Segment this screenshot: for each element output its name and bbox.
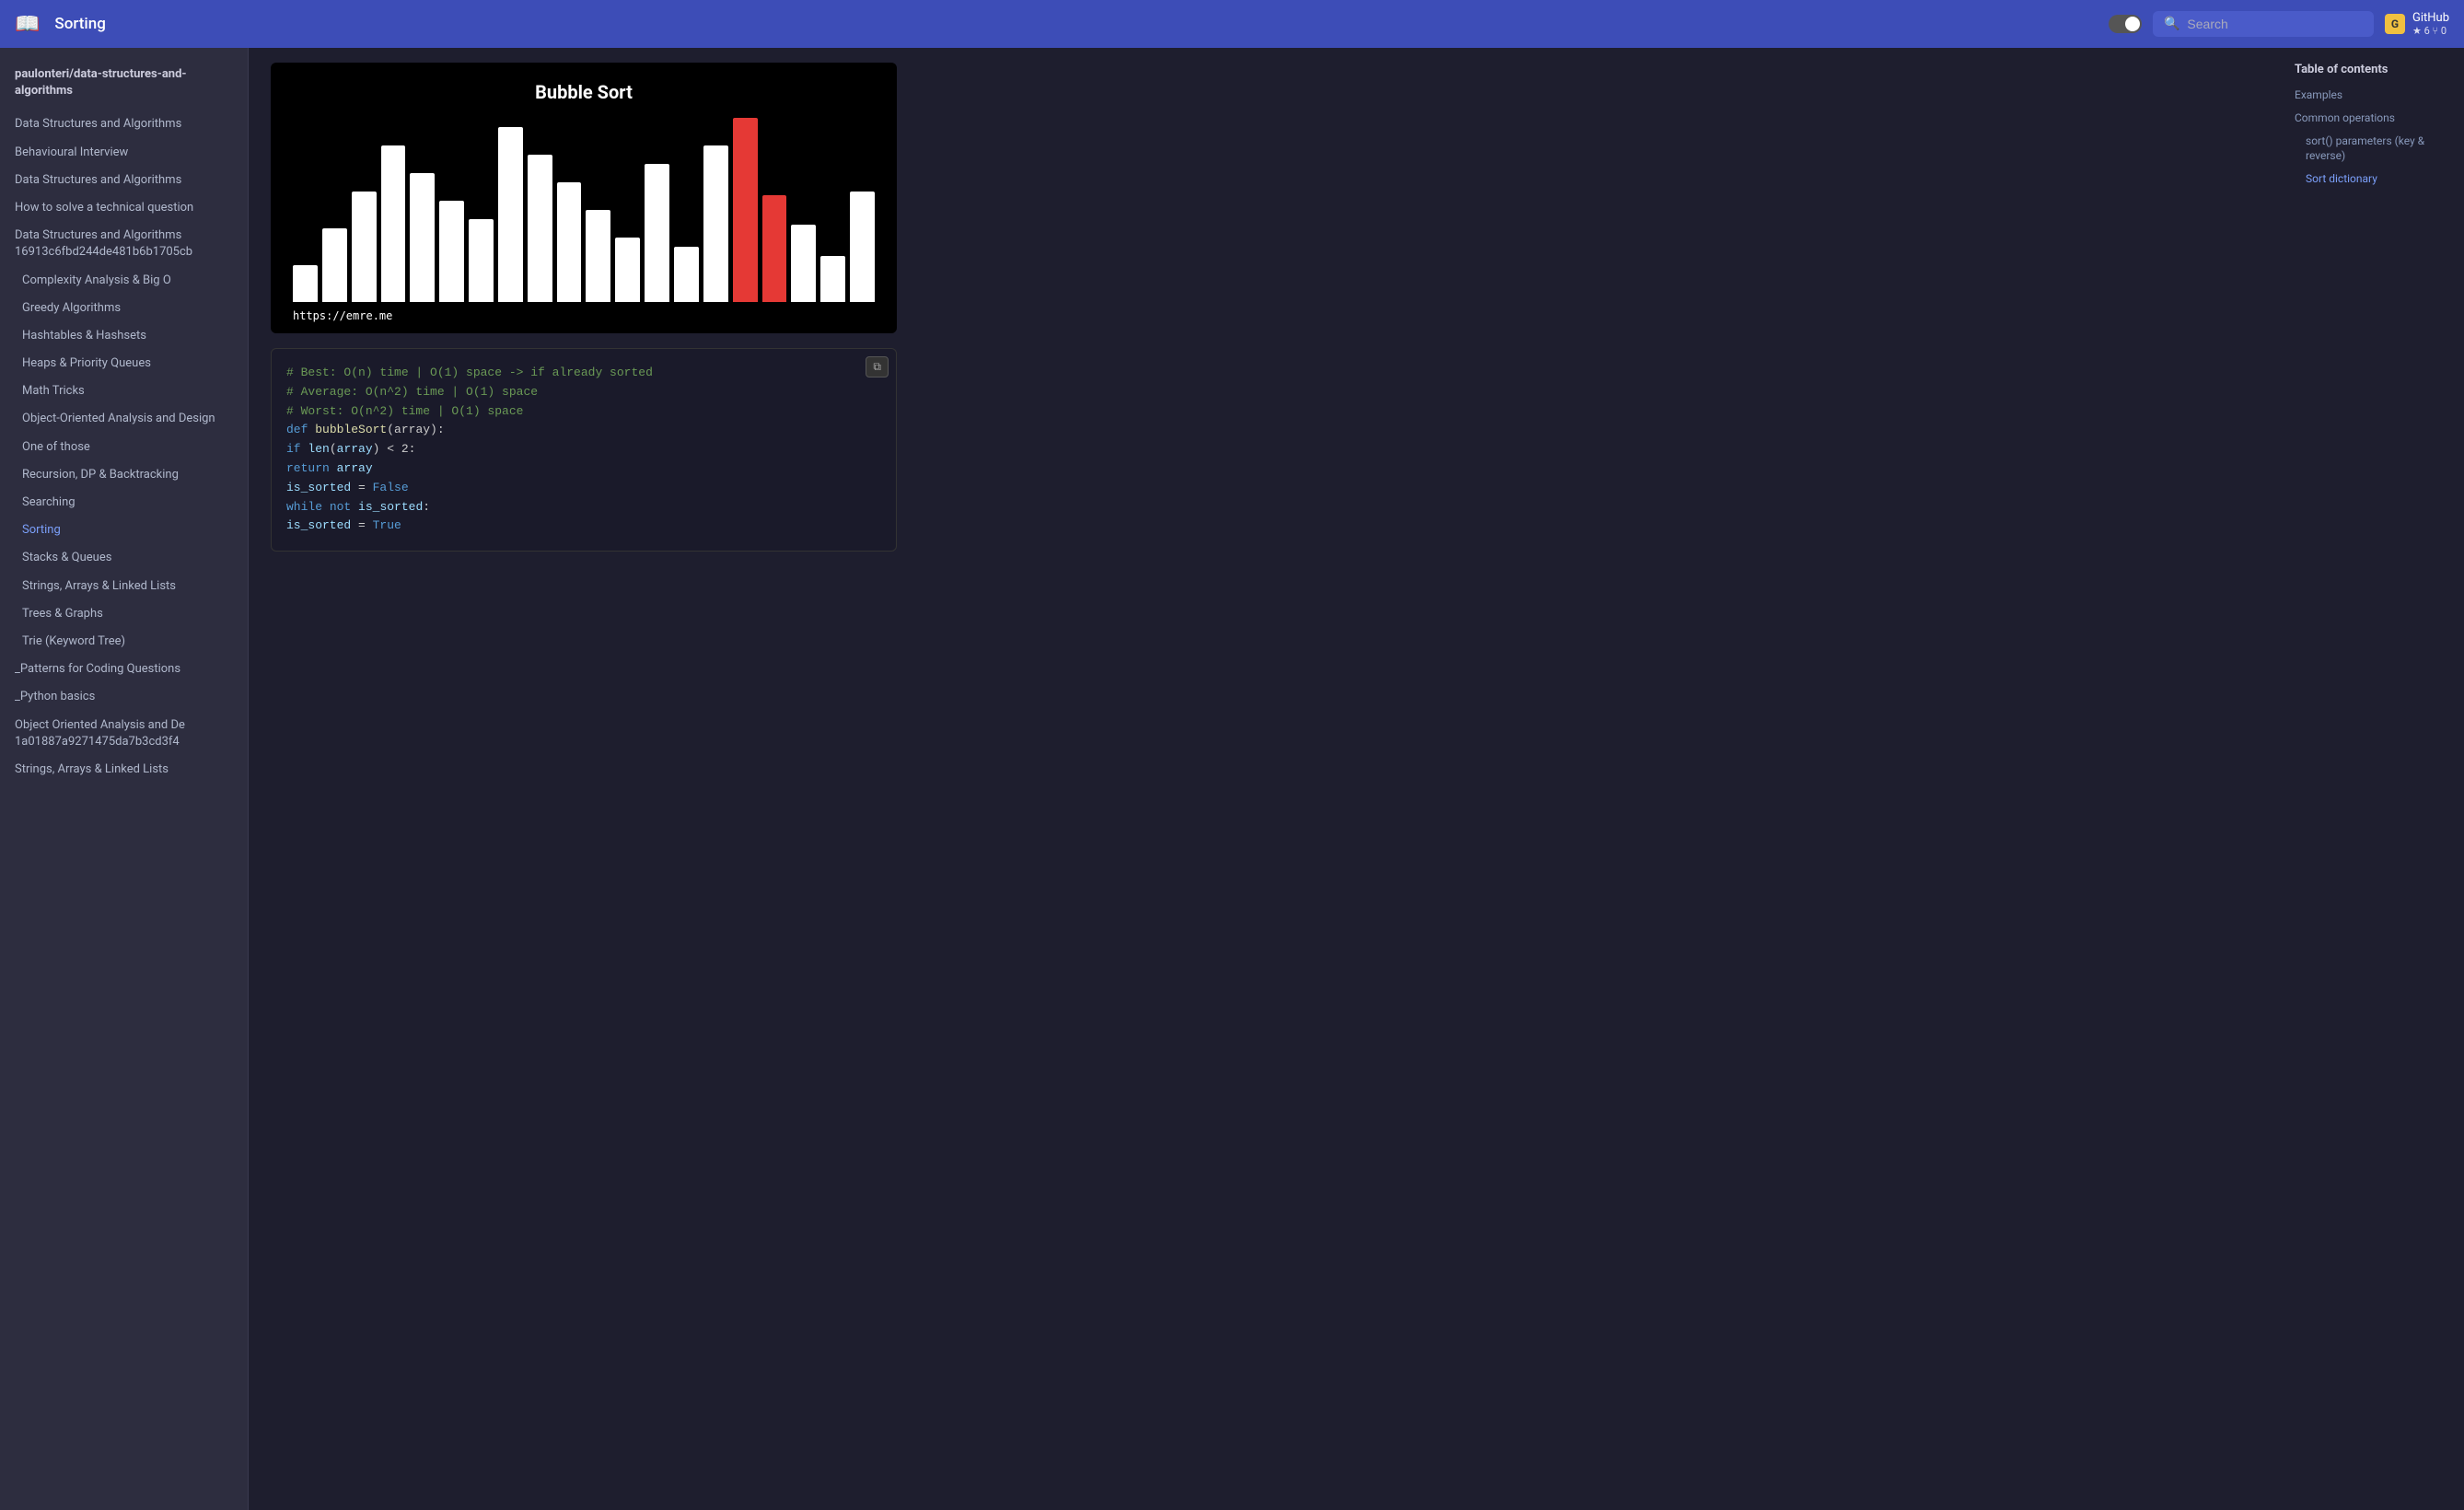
sidebar-item[interactable]: Strings, Arrays & Linked Lists: [0, 756, 248, 784]
sidebar-item[interactable]: Recursion, DP & Backtracking: [0, 461, 248, 489]
chart-bar: [820, 256, 845, 302]
sidebar-item[interactable]: Object Oriented Analysis and De 1a01887a…: [0, 712, 248, 756]
code-line: if len(array) < 2:: [286, 440, 881, 459]
sidebar-item[interactable]: Data Structures and Algorithms 16913c6fb…: [0, 222, 248, 266]
dark-mode-toggle[interactable]: [2109, 15, 2142, 33]
chart-bar: [850, 192, 875, 302]
code-line: is_sorted = True: [286, 517, 881, 536]
code-line: # Worst: O(n^2) time | O(1) space: [286, 402, 881, 422]
chart-bar: [762, 195, 787, 302]
sidebar-repo[interactable]: paulonteri/data-structures-and-algorithm…: [0, 59, 248, 110]
chart-bar: [410, 173, 435, 302]
toc-title: Table of contents: [2295, 63, 2449, 76]
code-line: # Average: O(n^2) time | O(1) space: [286, 383, 881, 402]
chart-bar: [733, 118, 758, 302]
search-icon: 🔍: [2164, 17, 2179, 31]
github-label: GitHub: [2412, 11, 2449, 25]
code-lines: # Best: O(n) time | O(1) space -> if alr…: [286, 364, 881, 536]
github-counts: ★ 6 ⑂ 0: [2412, 25, 2449, 37]
logo-icon: 📖: [15, 13, 40, 36]
app-header: 📖 Sorting 🔍 G GitHub ★ 6 ⑂ 0: [0, 0, 2464, 48]
table-of-contents: Table of contents Examples Common operati…: [2280, 48, 2464, 1510]
sidebar-item[interactable]: One of those: [0, 434, 248, 461]
sidebar-item[interactable]: Data Structures and Algorithms: [0, 167, 248, 194]
code-line: return array: [286, 459, 881, 479]
code-line: is_sorted = False: [286, 479, 881, 498]
sidebar-item[interactable]: Hashtables & Hashsets: [0, 322, 248, 350]
sidebar-items: Data Structures and AlgorithmsBehavioura…: [0, 110, 248, 784]
chart-bar: [322, 228, 347, 302]
chart-url: https://emre.me: [285, 309, 882, 322]
sidebar: paulonteri/data-structures-and-algorithm…: [0, 48, 249, 1510]
toc-item[interactable]: Common operations: [2295, 110, 2449, 126]
code-line: while not is_sorted:: [286, 498, 881, 517]
search-input[interactable]: [2187, 17, 2353, 31]
github-area[interactable]: G GitHub ★ 6 ⑂ 0: [2385, 11, 2449, 37]
chart-bar: [293, 265, 318, 302]
sidebar-item[interactable]: Object-Oriented Analysis and Design: [0, 405, 248, 433]
sidebar-item[interactable]: Data Structures and Algorithms: [0, 110, 248, 138]
sidebar-item[interactable]: Searching: [0, 489, 248, 517]
toc-item[interactable]: Examples: [2295, 87, 2449, 103]
toc-items: Examples Common operations sort() paramete…: [2295, 87, 2449, 187]
sidebar-item[interactable]: Math Tricks: [0, 378, 248, 405]
chart-bar: [498, 127, 523, 302]
search-bar: 🔍: [2153, 11, 2374, 37]
code-block: ⧉ # Best: O(n) time | O(1) space -> if a…: [271, 348, 897, 552]
sidebar-item[interactable]: Strings, Arrays & Linked Lists: [0, 573, 248, 600]
chart-bar: [381, 145, 406, 302]
main-content: Bubble Sort https://emre.me ⧉ # Best: O(…: [249, 48, 2280, 1510]
sidebar-item[interactable]: Sorting: [0, 517, 248, 544]
code-line: # Best: O(n) time | O(1) space -> if alr…: [286, 364, 881, 383]
bubble-sort-chart-container: Bubble Sort https://emre.me: [271, 63, 897, 333]
chart-title: Bubble Sort: [285, 81, 882, 103]
sidebar-item[interactable]: Trees & Graphs: [0, 600, 248, 628]
chart-bar: [586, 210, 610, 302]
github-icon: G: [2385, 14, 2405, 34]
sidebar-item[interactable]: Complexity Analysis & Big O: [0, 267, 248, 295]
toc-item[interactable]: Sort dictionary: [2295, 171, 2449, 187]
sidebar-item[interactable]: _Python basics: [0, 683, 248, 711]
code-line: def bubbleSort(array):: [286, 421, 881, 440]
sidebar-item[interactable]: _Patterns for Coding Questions: [0, 656, 248, 683]
chart-bar: [615, 238, 640, 302]
chart-bar: [791, 225, 816, 302]
chart-bar: [645, 164, 669, 302]
github-stats: GitHub ★ 6 ⑂ 0: [2412, 11, 2449, 37]
sidebar-item[interactable]: Heaps & Priority Queues: [0, 350, 248, 378]
copy-button[interactable]: ⧉: [866, 356, 889, 378]
chart-bar: [674, 247, 699, 302]
sidebar-item[interactable]: Trie (Keyword Tree): [0, 628, 248, 656]
chart-bar: [528, 155, 552, 302]
chart-bar: [469, 219, 494, 302]
chart-bar: [557, 182, 582, 302]
app-title: Sorting: [54, 15, 2098, 33]
chart-bar: [703, 145, 728, 302]
chart-bar: [439, 201, 464, 302]
chart-bar: [352, 192, 377, 302]
sidebar-item[interactable]: Behavioural Interview: [0, 139, 248, 167]
sidebar-item[interactable]: How to solve a technical question: [0, 194, 248, 222]
toc-item[interactable]: sort() parameters (key & reverse): [2295, 134, 2449, 165]
sidebar-item[interactable]: Stacks & Queues: [0, 544, 248, 572]
bar-chart: [285, 118, 882, 302]
sidebar-item[interactable]: Greedy Algorithms: [0, 295, 248, 322]
